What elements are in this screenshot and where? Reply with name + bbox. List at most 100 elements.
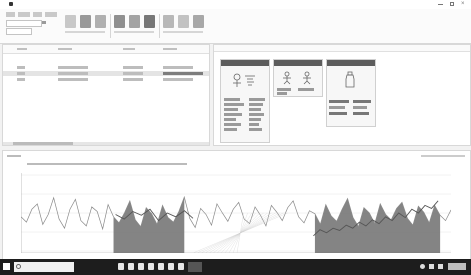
menu-tab[interactable] xyxy=(6,12,15,17)
windows-start-icon[interactable] xyxy=(3,263,10,270)
table-cell xyxy=(58,66,88,69)
table-cell xyxy=(123,66,143,69)
detail-line xyxy=(249,118,261,121)
table-cell xyxy=(123,78,143,81)
taskbar-app-icon[interactable] xyxy=(118,263,124,270)
shaded-area xyxy=(113,197,185,253)
chart-toolbar[interactable] xyxy=(421,155,465,157)
maximize-icon[interactable] xyxy=(450,2,454,6)
detail-line xyxy=(353,112,369,115)
detail-line xyxy=(298,88,314,91)
menu-tab[interactable] xyxy=(33,12,42,17)
detail-line xyxy=(249,128,262,131)
table-cell xyxy=(17,72,25,75)
toolbar-icon[interactable] xyxy=(80,15,91,28)
ribbon-toolbar xyxy=(0,9,471,44)
taskbar-app-icon[interactable] xyxy=(158,263,164,270)
detail-line xyxy=(224,113,242,116)
bottle-icon xyxy=(343,71,357,89)
area-chart xyxy=(21,173,451,253)
shaded-area xyxy=(314,198,441,253)
taskbar-app-icon[interactable] xyxy=(128,263,134,270)
column-header[interactable] xyxy=(58,48,72,50)
toolbar-icon[interactable] xyxy=(95,15,106,28)
taskbar-app-icon[interactable] xyxy=(168,263,174,270)
chart-title xyxy=(27,163,187,165)
toolbar-icon[interactable] xyxy=(163,15,174,28)
chart-caption xyxy=(7,155,21,157)
taskbar-app-icon[interactable] xyxy=(138,263,144,270)
search-box[interactable] xyxy=(14,262,74,272)
table-cell xyxy=(163,72,203,75)
column-header[interactable] xyxy=(163,48,177,50)
filter-select[interactable] xyxy=(6,28,32,35)
card-header xyxy=(327,60,375,66)
taskbar-app-icon[interactable] xyxy=(178,263,184,270)
toolbar-icon[interactable] xyxy=(144,15,155,28)
clock xyxy=(448,263,466,270)
detail-line xyxy=(329,100,349,103)
pattern-line xyxy=(236,212,244,253)
system-tray-icon[interactable] xyxy=(420,264,425,269)
results-table-panel xyxy=(2,44,210,146)
detail-line xyxy=(353,106,367,109)
card-header xyxy=(221,60,269,66)
table-cell xyxy=(123,72,143,75)
detail-line xyxy=(224,118,236,121)
active-app-indicator[interactable] xyxy=(188,262,202,272)
search-icon xyxy=(16,264,21,269)
close-icon[interactable]: × xyxy=(461,1,467,7)
detail-line xyxy=(277,88,291,91)
taskbar-app-icon[interactable] xyxy=(148,263,154,270)
detail-line xyxy=(224,108,238,111)
detail-line xyxy=(353,100,371,103)
title-bar: × xyxy=(0,0,471,9)
toolbar-group-label xyxy=(65,31,105,33)
scroll-thumb[interactable] xyxy=(13,142,73,145)
table-row[interactable] xyxy=(3,65,209,70)
toolbar-icon[interactable] xyxy=(129,15,140,28)
toolbar-icon[interactable] xyxy=(193,15,204,28)
panel-header xyxy=(214,45,470,52)
signal-chart-panel xyxy=(2,150,471,260)
column-header[interactable] xyxy=(17,48,27,50)
equipment-diagram-icon xyxy=(229,72,259,90)
toolbar-icon[interactable] xyxy=(65,15,76,28)
toolbar-icon[interactable] xyxy=(114,15,125,28)
toolbar-icon[interactable] xyxy=(178,15,189,28)
dataset-select[interactable] xyxy=(6,20,42,27)
properties-panel xyxy=(213,44,471,146)
table-cell xyxy=(58,72,88,75)
detail-line xyxy=(329,106,345,109)
table-cell xyxy=(163,78,193,81)
detail-line xyxy=(277,92,287,95)
detail-line xyxy=(249,98,265,101)
detail-card xyxy=(220,59,270,143)
card-header xyxy=(274,60,322,66)
detail-line xyxy=(224,123,241,126)
detail-line xyxy=(224,98,240,101)
app-logo-icon xyxy=(9,2,13,6)
taskbar xyxy=(0,259,471,275)
table-cell xyxy=(17,66,25,69)
dropdown-chevron-icon[interactable] xyxy=(42,21,46,24)
system-tray-icon[interactable] xyxy=(429,264,434,269)
toolbar-group-label xyxy=(114,31,154,33)
toolbar-separator xyxy=(159,14,160,38)
menu-tab[interactable] xyxy=(45,12,57,17)
table-row[interactable] xyxy=(3,71,209,76)
detail-line xyxy=(224,103,244,106)
detail-card xyxy=(326,59,376,127)
detail-line xyxy=(329,112,347,115)
detail-line xyxy=(249,123,259,126)
detail-line xyxy=(249,108,261,111)
table-cell xyxy=(17,78,25,81)
person-icon xyxy=(280,71,294,85)
column-header[interactable] xyxy=(123,48,135,50)
system-tray-icon[interactable] xyxy=(438,264,443,269)
table-row[interactable] xyxy=(3,77,209,82)
detail-line xyxy=(249,113,264,116)
menu-tab[interactable] xyxy=(18,12,30,17)
minimize-icon[interactable] xyxy=(438,4,443,5)
detail-line xyxy=(224,128,237,131)
